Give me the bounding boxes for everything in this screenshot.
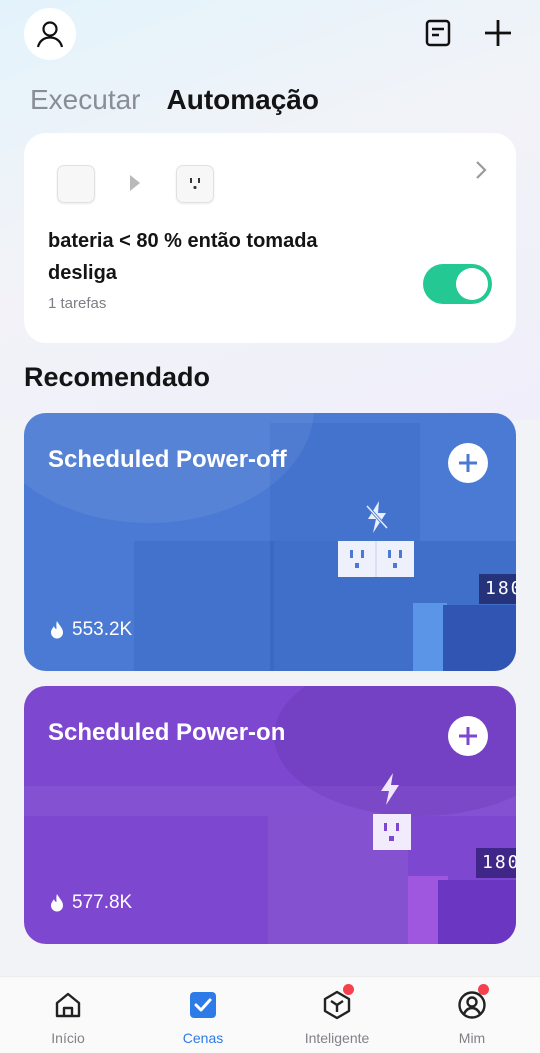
usage-count-value: 553.2K — [72, 619, 133, 640]
battery-device-icon — [57, 165, 95, 203]
section-title-recommended: Recomendado — [24, 362, 211, 392]
power-on-icon — [381, 773, 399, 805]
double-outlet-icon — [338, 541, 414, 577]
scenes-checkbox-icon — [185, 987, 221, 1023]
recommended-card-power-off[interactable]: Scheduled Power-off 180 553.2K — [24, 413, 516, 671]
decor-block — [443, 605, 516, 671]
top-bar — [0, 0, 540, 70]
plus-icon — [459, 454, 477, 472]
notification-badge — [343, 984, 354, 995]
timer-display: 180 — [476, 848, 516, 878]
decor-block — [24, 786, 516, 816]
decor-block — [134, 541, 274, 671]
decor-block — [438, 880, 516, 944]
flame-icon — [51, 621, 63, 639]
automation-task-count: 1 tarefas — [48, 295, 107, 312]
arrow-right-icon — [130, 175, 140, 191]
smart-plug-icon — [176, 165, 214, 203]
recommended-card-title: Scheduled Power-off — [48, 446, 287, 473]
decor-block — [270, 423, 420, 541]
nav-item-mim[interactable]: Mim — [412, 977, 532, 1053]
recommended-card-title: Scheduled Power-on — [48, 719, 286, 746]
recommended-card-power-on[interactable]: Scheduled Power-on 180 577.8K — [24, 686, 516, 944]
tab-executar[interactable]: Executar — [30, 84, 141, 116]
add-scene-button[interactable] — [448, 443, 488, 483]
add-button[interactable] — [481, 16, 515, 50]
automation-toggle[interactable] — [423, 264, 492, 304]
automation-title: bateria < 80 % então tomada desliga — [48, 230, 318, 284]
tab-bar: Executar Automação — [30, 84, 319, 120]
nav-label: Mim — [458, 1030, 486, 1046]
bottom-navigation: Início Cenas Inteligente Mim — [0, 976, 540, 1053]
nav-label: Cenas — [182, 1030, 224, 1046]
chevron-right-icon[interactable] — [474, 159, 488, 181]
outlet-icon — [373, 814, 411, 850]
flame-icon — [51, 894, 63, 912]
plus-icon — [459, 727, 477, 745]
usage-count: 577.8K — [50, 892, 132, 914]
user-icon — [36, 21, 64, 48]
document-list-button[interactable] — [421, 16, 455, 50]
plus-icon — [485, 20, 511, 46]
nav-item-inteligente[interactable]: Inteligente — [277, 977, 397, 1053]
toggle-knob — [456, 268, 488, 300]
usage-count: 553.2K — [50, 619, 132, 641]
profile-button[interactable] — [24, 8, 76, 60]
nav-item-inicio[interactable]: Início — [8, 977, 128, 1053]
timer-display: 180 — [479, 574, 516, 604]
notification-badge — [478, 984, 489, 995]
power-off-icon — [365, 501, 389, 533]
tab-automacao[interactable]: Automação — [167, 84, 319, 116]
nav-item-cenas[interactable]: Cenas — [143, 977, 263, 1053]
decor-block — [413, 603, 447, 671]
nav-label: Início — [51, 1030, 85, 1046]
automation-card[interactable]: bateria < 80 % então tomada desliga 1 ta… — [24, 133, 516, 343]
nav-label: Inteligente — [304, 1030, 370, 1046]
document-list-icon — [425, 19, 451, 47]
usage-count-value: 577.8K — [72, 892, 133, 913]
add-scene-button[interactable] — [448, 716, 488, 756]
home-icon — [50, 987, 86, 1023]
